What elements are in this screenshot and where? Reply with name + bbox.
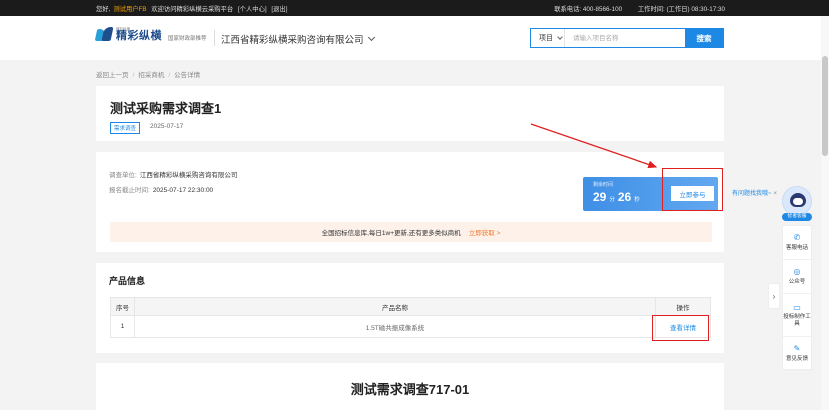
side-item-label: 公众号 [788, 279, 806, 285]
side-item-label: 意见反馈 [785, 356, 808, 362]
annotation-box-join [662, 168, 723, 211]
company-name: 江西省精彩纵横采购咨询有限公司 [221, 35, 364, 46]
deadline-label: 报名截止时间: [109, 187, 150, 194]
wechat-icon: ◎ [793, 267, 801, 277]
contact-phone: 联系电话: 400-8566-100 [554, 5, 623, 13]
top-bar: 您好, 测试用户FB 欢迎访问精彩纵横云采购平台 [个人中心] [退出] 联系电话… [0, 0, 829, 16]
personal-center-link[interactable]: [个人中心] [238, 6, 267, 13]
header-divider [214, 30, 215, 46]
notice-header-card: 测试采购需求调查1 需求调查 2025-07-17 [96, 86, 724, 141]
breadcrumb: 返回上一页 / 招采商机 / 公告详情 [96, 69, 200, 79]
site-header: 精彩纵横 精彩纵横 国家财政部推荐 江西省精彩纵横采购咨询有限公司 项目 搜索 [0, 16, 829, 60]
countdown-label: 剩余时间 [593, 182, 614, 188]
breadcrumb-list[interactable]: 招采商机 [138, 72, 164, 79]
countdown-seconds: 26 [617, 190, 632, 204]
column-header-name: 产品名称 [135, 298, 656, 315]
page-scrollbar[interactable] [821, 16, 829, 410]
document-title: 测试需求调查717-01 [350, 382, 470, 397]
breadcrumb-separator: / [132, 72, 135, 79]
page-title: 测试采购需求调查1 [110, 101, 222, 116]
monitor-icon: ▭ [793, 302, 801, 312]
side-item-label: 客服电话 [785, 245, 808, 251]
scrollbar-thumb[interactable] [822, 56, 828, 156]
side-item-bid-tool[interactable]: ▭ 投标制作工具 [783, 294, 811, 337]
collapse-panel-button[interactable]: › [768, 283, 780, 309]
feedback-icon: ✎ [793, 344, 801, 354]
countdown-minutes-unit: 分 [609, 197, 615, 203]
notice-info-card: 调查单位: 江西省精彩纵横采购咨询有限公司 报名截止时间: 2025-07-17 2… [96, 152, 724, 252]
logo-big-text: 精彩纵横 [116, 30, 162, 43]
welcome-text: 欢迎访问精彩纵横云采购平台 [151, 5, 234, 13]
survey-unit-label: 调查单位: [109, 172, 137, 179]
promo-text: 全国招标信息库,每日1w+更新,还有更多类似商机 [321, 230, 461, 237]
annotation-box-details [652, 315, 709, 341]
company-selector[interactable]: 江西省精彩纵横采购咨询有限公司 [221, 32, 375, 46]
notice-type-badge: 需求调查 [110, 122, 141, 134]
assistant-avatar-icon[interactable] [782, 186, 812, 216]
survey-unit-row: 调查单位: 江西省精彩纵横采购咨询有限公司 [109, 169, 237, 179]
product-section-title: 产品信息 [109, 276, 146, 286]
chevron-down-icon [557, 34, 563, 40]
document-card: 测试需求调查717-01 [96, 363, 724, 410]
chevron-right-icon: › [772, 291, 776, 301]
column-header-action: 操作 [676, 304, 690, 312]
breadcrumb-current: 公告详情 [174, 72, 201, 79]
row-product-name: 1.5T磁共振成像系统 [135, 316, 656, 337]
table-row: 1 1.5T磁共振成像系统 查看详情 [111, 315, 710, 337]
deadline-value: 2025-07-17 22:30:00 [152, 187, 214, 194]
countdown-time: 29 分 26 秒 [593, 190, 643, 204]
logo-slogan: 国家财政部推荐 [168, 35, 207, 42]
side-item-phone[interactable]: ✆ 客服电话 [783, 226, 811, 260]
breadcrumb-back[interactable]: 返回上一页 [96, 72, 129, 79]
username[interactable]: 测试用户FB [113, 6, 146, 13]
search-bar: 项目 搜索 [530, 28, 724, 48]
promo-banner: 全国招标信息库,每日1w+更新,还有更多类似商机 立即获取 > [110, 222, 712, 242]
publish-date: 2025-07-17 [150, 123, 184, 130]
survey-unit-value: 江西省精彩纵横采购咨询有限公司 [139, 172, 238, 179]
side-item-feedback[interactable]: ✎ 意见反馈 [783, 337, 811, 371]
logo-text: 精彩纵横 精彩纵横 [116, 27, 162, 43]
side-item-wechat[interactable]: ◎ 公众号 [783, 260, 811, 294]
countdown-minutes: 29 [593, 190, 607, 204]
search-input[interactable] [565, 29, 685, 47]
logo-mark-icon [94, 26, 114, 44]
assistant-label[interactable]: 智者客服 [782, 213, 812, 221]
table-header-row: 序号 产品名称 操作 [111, 298, 710, 315]
deadline-row: 报名截止时间: 2025-07-17 22:30:00 [109, 184, 213, 194]
phone-icon: ✆ [793, 233, 801, 243]
product-info-card: 产品信息 序号 产品名称 操作 1 1.5T磁共振成像系统 查看详情 [96, 263, 724, 353]
work-hours: 工作时间: (工作日) 08:30-17:30 [637, 5, 725, 13]
logout-link[interactable]: [退出] [271, 6, 287, 13]
column-header-index: 序号 [111, 298, 135, 315]
side-item-label: 投标制作工具 [783, 314, 811, 327]
chevron-down-icon [367, 33, 375, 42]
search-type-label: 项目 [539, 35, 553, 42]
product-table: 序号 产品名称 操作 1 1.5T磁共振成像系统 查看详情 [110, 297, 711, 338]
search-type-select[interactable]: 项目 [531, 29, 565, 47]
side-toolbar: ✆ 客服电话 ◎ 公众号 ▭ 投标制作工具 ✎ 意见反馈 [782, 225, 812, 371]
top-bar-left: 您好, 测试用户FB 欢迎访问精彩纵横云采购平台 [个人中心] [退出] [96, 4, 290, 13]
countdown-seconds-unit: 秒 [634, 197, 640, 203]
top-bar-right: 联系电话: 400-8566-100 工作时间: (工作日) 08:30-17:… [540, 4, 725, 13]
row-index: 1 [111, 316, 135, 337]
close-icon[interactable]: × [774, 191, 778, 197]
help-tooltip: 有问题找我哦~ × [732, 188, 777, 197]
site-logo[interactable]: 精彩纵横 精彩纵横 国家财政部推荐 [94, 26, 207, 44]
help-tooltip-text: 有问题找我哦~ [732, 191, 772, 197]
search-button[interactable]: 搜索 [685, 29, 723, 47]
promo-link[interactable]: 立即获取 > [469, 227, 501, 237]
greeting: 您好, [96, 5, 111, 13]
breadcrumb-separator: / [168, 72, 171, 79]
